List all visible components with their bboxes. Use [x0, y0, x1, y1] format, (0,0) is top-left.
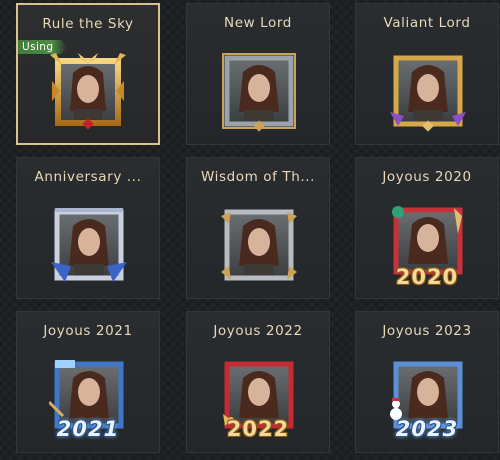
gold-frame-icon	[388, 52, 468, 132]
frame-card-joyous-2020[interactable]: Joyous 2020 2020	[355, 157, 499, 299]
frame-title: Joyous 2020	[382, 169, 472, 185]
frame-title: Anniversary ...	[34, 169, 142, 185]
frame-title: New Lord	[224, 15, 292, 31]
frame-title: Wisdom of Th...	[200, 169, 316, 185]
steel-frame-icon	[219, 52, 299, 132]
silver-frame-icon	[49, 206, 129, 286]
frame-card-wisdom[interactable]: Wisdom of Th...	[186, 157, 330, 299]
avatar-frame-grid: Rule the Sky Using New Lord Valiant Lord…	[0, 0, 500, 460]
frame-title: Joyous 2023	[382, 323, 472, 339]
frame-title: Valiant Lord	[383, 15, 471, 31]
frame-card-anniversary[interactable]: Anniversary ...	[16, 157, 160, 299]
dragon-frame-icon	[48, 51, 128, 131]
bronze-frame-icon	[219, 206, 299, 286]
year-label: 2022	[226, 417, 290, 441]
year-label: 2020	[395, 265, 459, 289]
frame-card-joyous-2023[interactable]: Joyous 2023 2023	[355, 311, 499, 453]
frame-card-new-lord[interactable]: New Lord	[186, 3, 330, 145]
frame-title: Rule the Sky	[42, 16, 134, 32]
frame-title: Joyous 2021	[43, 323, 133, 339]
frame-card-joyous-2021[interactable]: Joyous 2021 2021	[16, 311, 160, 453]
frame-card-valiant-lord[interactable]: Valiant Lord	[355, 3, 499, 145]
year-label: 2023	[395, 417, 459, 441]
year-label: 2021	[56, 417, 120, 441]
frame-card-rule-the-sky[interactable]: Rule the Sky Using	[16, 3, 160, 145]
frame-title: Joyous 2022	[213, 323, 303, 339]
frame-card-joyous-2022[interactable]: Joyous 2022 2022	[186, 311, 330, 453]
